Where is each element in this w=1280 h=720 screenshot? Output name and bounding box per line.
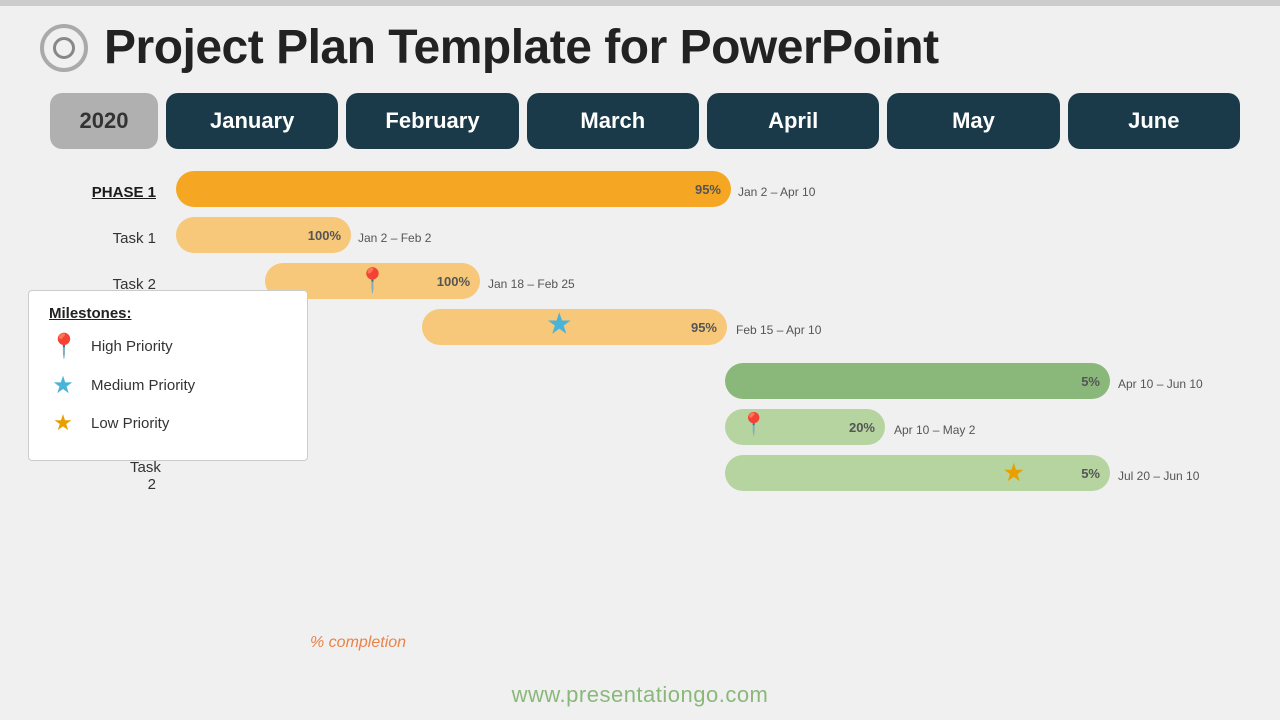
phase2-dates: Apr 10 – Jun 10 [1118,377,1203,391]
logo-inner [53,37,75,59]
phase2-timeline: 5% Apr 10 – Jun 10 [170,363,1210,405]
page-title: Project Plan Template for PowerPoint [104,20,939,75]
phase2-task2-pct: 5% [1081,466,1100,481]
phase1-row: PHASE 1 95% Jan 2 – Apr 10 [50,171,1210,213]
medium-priority-label: Medium Priority [91,377,195,394]
phase2-task1-pct: 20% [849,420,875,435]
milestone-task3: ★ [548,308,571,339]
phase1-task3-pct: 95% [691,320,717,335]
medium-priority-icon: ★ [49,371,77,400]
phase2-bar: 5% [725,363,1110,399]
month-february: February [346,93,518,149]
phase1-task2-pct: 100% [437,274,470,289]
phase1-task1-label: Task 1 [50,230,170,247]
phase1-task3-bar: ★ 95% [422,309,727,345]
completion-note: % completion [310,634,406,652]
phase1-timeline: 95% Jan 2 – Apr 10 [170,171,1210,213]
month-june: June [1068,93,1240,149]
phase1-task3-dates: Feb 15 – Apr 10 [736,323,821,337]
logo [40,24,88,72]
phase1-dates: Jan 2 – Apr 10 [738,185,815,199]
month-header-row: 2020 January February March April May Ju… [50,93,1240,149]
slide: Project Plan Template for PowerPoint 202… [0,0,1280,720]
phase1-task1-dates: Jan 2 – Feb 2 [358,231,431,245]
high-priority-icon: 📍 [49,332,77,361]
milestone-p2-task1: 📍 [740,411,767,437]
phase1-task1-timeline: 100% Jan 2 – Feb 2 [170,217,1210,259]
year-box: 2020 [50,93,158,149]
header: Project Plan Template for PowerPoint [40,20,1240,75]
phase2-task1-bar: 📍 20% [725,409,885,445]
phase1-bar: 95% [176,171,731,207]
phase2-task2-bar: ★ 5% [725,455,1110,491]
milestone-task2: 📍 [358,267,388,296]
footer-url: www.presentationgo.com [0,682,1280,708]
phase2-pct: 5% [1081,374,1100,389]
phase1-pct: 95% [695,182,721,197]
phase2-task2-label: Task 2 [50,459,170,493]
low-priority-icon: ★ [49,410,77,436]
phase1-task1-row: Task 1 100% Jan 2 – Feb 2 [50,217,1210,259]
month-april: April [707,93,879,149]
phase2-task2-timeline: ★ 5% Jul 20 – Jun 10 [170,455,1210,497]
milestone-p2-task2: ★ [1004,460,1024,486]
phase2-task2-dates: Jul 20 – Jun 10 [1118,469,1199,483]
month-march: March [527,93,699,149]
top-decorative-bar [0,0,1280,6]
phase1-task2-timeline: 📍 100% Jan 18 – Feb 25 [170,263,1210,305]
phase1-task3-timeline: ★ 95% Feb 15 – Apr 10 [170,309,1210,351]
month-may: May [887,93,1059,149]
low-priority-label: Low Priority [91,415,169,432]
month-january: January [166,93,338,149]
legend-high: 📍 High Priority [49,332,287,361]
legend-box: Milestones: 📍 High Priority ★ Medium Pri… [28,290,308,461]
phase2-task2-row: Task 2 ★ 5% Jul 20 – Jun 10 [50,455,1210,497]
phase1-task1-bar: 100% [176,217,351,253]
phase2-task1-timeline: 📍 20% Apr 10 – May 2 [170,409,1210,451]
phase1-task2-dates: Jan 18 – Feb 25 [488,277,575,291]
phase1-label: PHASE 1 [50,184,170,201]
high-priority-label: High Priority [91,338,173,355]
legend-low: ★ Low Priority [49,410,287,436]
legend-title: Milestones: [49,305,287,322]
legend-medium: ★ Medium Priority [49,371,287,400]
phase2-task1-dates: Apr 10 – May 2 [894,423,975,437]
phase1-task1-pct: 100% [308,228,341,243]
